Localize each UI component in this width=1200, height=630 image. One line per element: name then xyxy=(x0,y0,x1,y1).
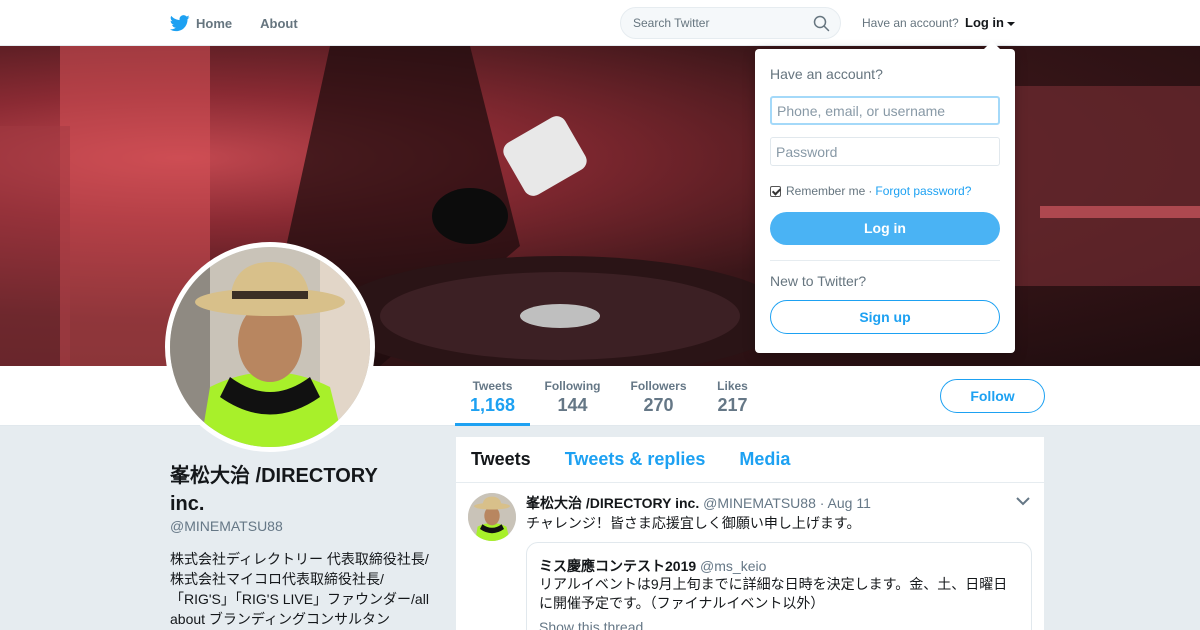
profile-handle: @MINEMATSU88 xyxy=(170,518,283,534)
stat-value: 1,168 xyxy=(469,395,516,415)
tweet-header: 峯松大治 /DIRECTORY inc. @MINEMATSU88 · Aug … xyxy=(526,493,871,513)
stat-value: 270 xyxy=(643,395,674,415)
profile-name: 峯松大治 /DIRECTORY inc. xyxy=(170,465,378,515)
twitter-bird-icon xyxy=(170,14,190,31)
tab-tweets-replies[interactable]: Tweets & replies xyxy=(565,449,706,470)
stat-label: Following xyxy=(544,379,601,393)
tweet-author-name[interactable]: 峯松大治 /DIRECTORY inc. xyxy=(526,495,699,511)
login-menu-toggle[interactable]: Log in xyxy=(965,15,1015,30)
login-dropdown: Have an account? Remember me · Forgot pa… xyxy=(755,41,1015,353)
timeline: Tweets Tweets & replies Media 峯松大治 /DIRE… xyxy=(456,437,1044,630)
tweet-separator: · xyxy=(819,495,828,511)
quoted-tweet[interactable]: ミス慶應コンテスト2019 @ms_keio リアルイベントは9月上旬までに詳細… xyxy=(526,542,1032,630)
forgot-password-link[interactable]: Forgot password? xyxy=(875,184,971,198)
stat-value: 144 xyxy=(557,395,588,415)
tab-tweets[interactable]: Tweets xyxy=(471,449,531,470)
stat-value: 217 xyxy=(717,395,748,415)
dropdown-arrow xyxy=(984,41,1000,49)
remember-separator: · xyxy=(868,184,873,198)
remember-me-label[interactable]: Remember me xyxy=(786,184,865,198)
login-button[interactable]: Log in xyxy=(770,212,1000,245)
tweet-author-handle[interactable]: @MINEMATSU88 xyxy=(703,495,816,511)
caret-down-icon xyxy=(1007,21,1015,26)
tweet[interactable]: 峯松大治 /DIRECTORY inc. @MINEMATSU88 · Aug … xyxy=(456,483,1044,630)
remember-me-row: Remember me · Forgot password? xyxy=(770,184,971,198)
chevron-down-icon[interactable] xyxy=(1016,497,1030,506)
nav-about[interactable]: About xyxy=(260,16,298,31)
username-field[interactable] xyxy=(770,96,1000,125)
nav-about-label: About xyxy=(260,15,298,31)
stat-tweets[interactable]: Tweets 1,168 xyxy=(455,366,530,426)
avatar[interactable] xyxy=(165,242,375,452)
nav-left: Home About xyxy=(170,0,326,46)
tweet-avatar-photo xyxy=(468,493,516,541)
tweet-text: チャレンジ！皆さま応援宜しく御願い申し上げます。 xyxy=(526,515,861,531)
login-dropdown-title: Have an account? xyxy=(770,66,883,82)
stat-label: Followers xyxy=(630,379,687,393)
stat-label: Likes xyxy=(717,379,748,393)
profile-bio: 株式会社ディレクトリー 代表取締役社長/株式会社マイコロ代表取締役社長/「RIG… xyxy=(170,551,429,627)
tweet-avatar[interactable] xyxy=(468,493,516,541)
timeline-tabs: Tweets Tweets & replies Media xyxy=(456,437,1044,483)
stat-following[interactable]: Following 144 xyxy=(540,366,605,426)
stat-likes[interactable]: Likes 217 xyxy=(710,366,755,426)
quoted-tweet-header: ミス慶應コンテスト2019 @ms_keio xyxy=(539,556,766,576)
top-nav: Home About Search Twitter Have an accoun… xyxy=(0,0,1200,46)
remember-me-checkbox[interactable] xyxy=(770,185,781,197)
search-input[interactable]: Search Twitter xyxy=(620,7,841,39)
show-thread-link[interactable]: Show this thread xyxy=(539,619,643,630)
quoted-author-handle: @ms_keio xyxy=(700,558,767,574)
avatar-photo xyxy=(170,247,370,447)
have-account-text: Have an account? xyxy=(862,16,959,30)
quoted-author-name: ミス慶應コンテスト2019 xyxy=(539,558,697,574)
nav-home-label: Home xyxy=(196,15,233,31)
search-icon[interactable] xyxy=(813,15,830,32)
signup-button[interactable]: Sign up xyxy=(770,300,1000,334)
quoted-tweet-text: リアルイベントは9月上旬までに詳細な日時を決定します。金、土、日曜日に開催予定で… xyxy=(539,576,1008,611)
dropdown-divider xyxy=(770,260,1000,261)
stat-followers[interactable]: Followers 270 xyxy=(625,366,692,426)
follow-button[interactable]: Follow xyxy=(940,379,1045,413)
stat-label: Tweets xyxy=(472,379,513,393)
tab-media[interactable]: Media xyxy=(739,449,790,470)
login-link-label: Log in xyxy=(965,15,1004,30)
new-to-twitter-text: New to Twitter? xyxy=(770,273,867,289)
tweet-date[interactable]: Aug 11 xyxy=(828,495,871,511)
search-placeholder: Search Twitter xyxy=(633,16,710,30)
nav-home[interactable]: Home xyxy=(170,14,233,32)
password-field[interactable] xyxy=(770,137,1000,166)
